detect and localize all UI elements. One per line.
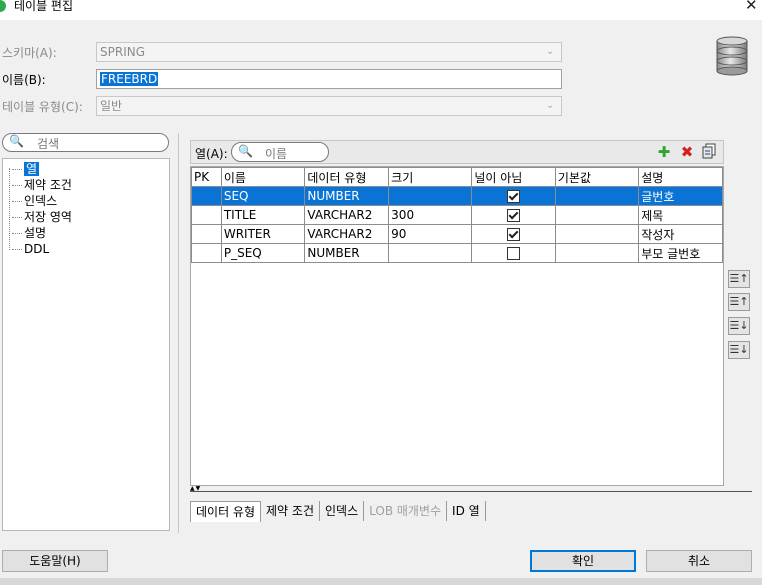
move-down-icon[interactable]: ☰↓: [728, 317, 750, 335]
chevron-down-icon: ⌄: [546, 46, 555, 57]
col-header-name[interactable]: 이름: [220, 167, 306, 187]
col-header-default[interactable]: 기본값: [554, 167, 640, 187]
tree-item-storage[interactable]: 저장 영역: [12, 209, 72, 225]
name-label: 이름(B):: [2, 73, 46, 87]
tree-item-comment[interactable]: 설명: [12, 225, 46, 241]
cell-pk[interactable]: [191, 205, 222, 225]
schema-label: 스키마(A):: [2, 46, 57, 60]
detail-splitter[interactable]: [190, 491, 752, 492]
cell-name[interactable]: P_SEQ: [220, 243, 306, 263]
cell-size[interactable]: 300: [388, 205, 473, 225]
table-type-label: 테이블 유형(C):: [2, 100, 83, 114]
schema-select[interactable]: SPRING ⌄: [96, 42, 562, 62]
tab-identity-column[interactable]: ID 열: [447, 501, 486, 521]
cell-size[interactable]: 90: [388, 224, 473, 244]
not-null-checkbox[interactable]: [507, 228, 521, 241]
columns-table: PK 이름 데이터 유형 크기 널이 아님 기본값 설명 SEQ NUMBER …: [191, 167, 723, 263]
close-icon[interactable]: ✕: [745, 0, 758, 14]
move-top-icon[interactable]: ☰↑: [728, 270, 750, 288]
search-icon: 🔍: [9, 134, 24, 148]
name-value: FREEBRD: [100, 72, 159, 86]
cell-not-null[interactable]: [471, 205, 556, 225]
cell-pk[interactable]: [191, 186, 222, 206]
cell-default[interactable]: [554, 243, 640, 263]
cell-pk[interactable]: [191, 224, 222, 244]
header-row: PK 이름 데이터 유형 크기 널이 아님 기본값 설명: [191, 167, 723, 187]
move-bottom-icon[interactable]: ☰↓: [728, 341, 750, 359]
tree-item-ddl[interactable]: DDL: [12, 241, 49, 257]
cell-not-null[interactable]: [471, 243, 556, 263]
database-icon: [716, 36, 748, 76]
move-up-icon[interactable]: ☰↑: [728, 293, 750, 311]
tab-data-type[interactable]: 데이터 유형: [190, 501, 262, 522]
column-filter-input[interactable]: 🔍 이름: [231, 142, 329, 162]
title-bar: [0, 0, 762, 20]
tab-constraints[interactable]: 제약 조건: [261, 501, 320, 521]
tab-indexes[interactable]: 인덱스: [320, 501, 365, 521]
table-row[interactable]: WRITER VARCHAR2 90 작성자: [191, 224, 723, 244]
search-icon: 🔍: [238, 144, 253, 158]
window-title: 테이블 편집: [14, 0, 74, 13]
cell-type[interactable]: NUMBER: [304, 186, 390, 206]
col-header-pk[interactable]: PK: [191, 167, 222, 187]
schema-value: SPRING: [100, 45, 146, 59]
tree-item-indexes[interactable]: 인덱스: [12, 193, 57, 209]
columns-label: 열(A):: [195, 147, 228, 161]
col-header-type[interactable]: 데이터 유형: [304, 167, 390, 187]
column-filter-placeholder: 이름: [265, 147, 288, 161]
cell-name[interactable]: WRITER: [220, 224, 306, 244]
cell-not-null[interactable]: [471, 186, 556, 206]
cell-default[interactable]: [554, 186, 640, 206]
tree-search-placeholder: 검색: [37, 137, 60, 151]
tree-search-input[interactable]: 🔍 검색: [2, 133, 169, 152]
tree-guide-line: [9, 168, 10, 250]
cell-comment[interactable]: 작성자: [638, 224, 723, 244]
cell-name[interactable]: SEQ: [220, 186, 306, 206]
delete-icon[interactable]: ✖: [678, 143, 696, 161]
cell-comment[interactable]: 부모 글번호: [638, 243, 723, 263]
col-header-size[interactable]: 크기: [388, 167, 473, 187]
cell-type[interactable]: NUMBER: [304, 243, 390, 263]
table-row[interactable]: P_SEQ NUMBER 부모 글번호: [191, 243, 723, 263]
cell-comment[interactable]: 제목: [638, 205, 723, 225]
table-row[interactable]: TITLE VARCHAR2 300 제목: [191, 205, 723, 225]
detail-tabs: 데이터 유형 제약 조건 인덱스 LOB 매개변수 ID 열: [190, 501, 486, 522]
table-row[interactable]: SEQ NUMBER 글번호: [191, 186, 723, 206]
columns-grid: PK 이름 데이터 유형 크기 널이 아님 기본값 설명 SEQ NUMBER …: [190, 166, 724, 486]
not-null-checkbox[interactable]: [507, 190, 521, 203]
cell-size[interactable]: [388, 186, 473, 206]
copy-icon[interactable]: [700, 143, 718, 161]
cell-default[interactable]: [554, 224, 640, 244]
name-input[interactable]: FREEBRD: [96, 69, 562, 89]
cell-type[interactable]: VARCHAR2: [304, 205, 390, 225]
help-button[interactable]: 도움말(H): [2, 550, 108, 572]
chevron-down-icon: ⌄: [546, 100, 555, 111]
cell-size[interactable]: [388, 243, 473, 263]
cell-default[interactable]: [554, 205, 640, 225]
bottom-edge: [0, 578, 762, 585]
tree-item-constraints[interactable]: 제약 조건: [12, 177, 72, 193]
not-null-checkbox[interactable]: [507, 209, 521, 222]
splitter[interactable]: [178, 133, 179, 533]
add-icon[interactable]: ✚: [655, 143, 673, 161]
cell-not-null[interactable]: [471, 224, 556, 244]
not-null-checkbox[interactable]: [507, 247, 521, 260]
cell-type[interactable]: VARCHAR2: [304, 224, 390, 244]
table-type-select[interactable]: 일반 ⌄: [96, 96, 562, 116]
cell-name[interactable]: TITLE: [220, 205, 306, 225]
table-type-value: 일반: [100, 99, 123, 113]
cell-pk[interactable]: [191, 243, 222, 263]
tree-item-columns[interactable]: 열: [12, 161, 40, 177]
ok-button[interactable]: 확인: [530, 550, 636, 572]
navigation-tree: 열 제약 조건 인덱스 저장 영역 설명 DDL: [2, 158, 170, 531]
columns-toolbar: 열(A): 🔍 이름 ✚ ✖: [190, 140, 724, 164]
cancel-button[interactable]: 취소: [646, 550, 752, 572]
col-header-not-null[interactable]: 널이 아님: [471, 167, 556, 187]
tab-lob-parameters[interactable]: LOB 매개변수: [364, 501, 448, 521]
cell-comment[interactable]: 글번호: [638, 186, 723, 206]
col-header-comment[interactable]: 설명: [638, 167, 723, 187]
